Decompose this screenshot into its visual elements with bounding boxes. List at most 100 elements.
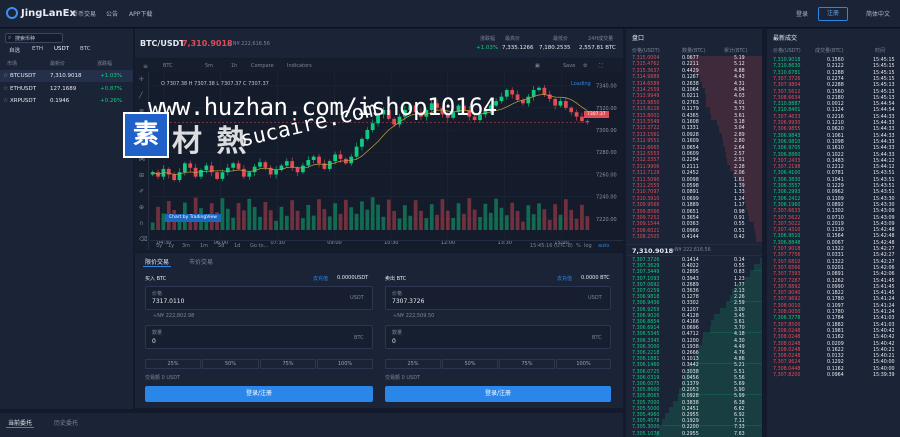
sell-pct-25[interactable]: 25% xyxy=(385,359,441,369)
range-5y[interactable]: 5y xyxy=(156,243,162,249)
candle-body xyxy=(569,107,574,113)
zoom-icon[interactable]: ⊕ xyxy=(139,204,144,211)
sell-amount-value[interactable]: 0 xyxy=(392,338,396,345)
candle-body xyxy=(327,161,332,169)
buy-price-unit: USDT xyxy=(350,295,364,301)
tab-open-orders[interactable]: 当前委托 xyxy=(8,418,32,427)
list-item[interactable]: ☆ ETHUSDT 127.1689 +0.87% xyxy=(0,83,133,95)
buy-pct-75[interactable]: 75% xyxy=(260,359,316,369)
volume-bar xyxy=(451,218,456,230)
tab-market-order[interactable]: 市价交易 xyxy=(189,257,213,266)
candle-body xyxy=(515,94,520,100)
sell-pct-75[interactable]: 75% xyxy=(499,359,555,369)
bids-list: 7,307.3726 0.1414 0.14 7,307.3629 0.4022 0.55… xyxy=(626,258,762,437)
orders-panel: 当前委托 历史委托 xyxy=(0,413,623,437)
sell-amount-field[interactable]: 数量 0 BTC xyxy=(385,325,611,349)
goto-button[interactable]: Go to... xyxy=(250,243,268,249)
star-icon[interactable]: ☆ xyxy=(3,72,8,79)
tab-favorites[interactable]: 自选 xyxy=(9,46,20,54)
candle-body xyxy=(204,165,209,170)
candle-body xyxy=(370,123,375,130)
logo[interactable]: JingLanEx xyxy=(6,7,76,19)
chart-footer: 5y 1y 3m 1m 5d 1d Go to... 15:45:16 (UTC… xyxy=(150,240,623,251)
trendline-icon[interactable]: ╱ xyxy=(139,92,143,99)
language-select[interactable]: 简体中文 xyxy=(866,9,890,18)
tab-btc[interactable]: BTC xyxy=(80,46,91,52)
indicators-button[interactable]: Indicators xyxy=(287,63,312,69)
sell-price-value[interactable]: 7307.3726 xyxy=(392,298,424,305)
ruler-icon[interactable]: ✐ xyxy=(139,188,144,195)
sell-login-button[interactable]: 登录/注册 xyxy=(385,386,611,402)
crosshair-icon[interactable]: ✛ xyxy=(139,76,144,83)
candle-body xyxy=(311,156,316,160)
col-change: 涨跌幅 xyxy=(97,61,113,67)
sell-label: 卖出 BTC xyxy=(385,276,407,282)
buy-amount-field[interactable]: 数量 0 BTC xyxy=(145,325,373,349)
buy-price-label: 价格 xyxy=(152,291,163,297)
percent-toggle[interactable]: % xyxy=(576,243,581,249)
buy-amount-value[interactable]: 0 xyxy=(152,338,156,345)
range-1d[interactable]: 1d xyxy=(234,243,240,249)
list-item[interactable]: ☆ XRPUSDT 0.1946 +0.26% xyxy=(0,95,133,107)
pair-change: +0.26% xyxy=(100,98,123,104)
fullscreen-icon[interactable]: ⛶ xyxy=(599,63,603,69)
sell-deposit-link[interactable]: 去充值 xyxy=(557,275,572,282)
register-button[interactable]: 注册 xyxy=(818,7,849,21)
buy-price-value[interactable]: 7317.0110 xyxy=(152,298,184,305)
candle-body xyxy=(317,156,321,164)
volume-bar xyxy=(327,216,332,230)
orderbook-title: 盘口 xyxy=(632,35,645,42)
log-toggle[interactable]: log xyxy=(584,243,592,249)
range-5d[interactable]: 5d xyxy=(218,243,224,249)
volume-bar xyxy=(456,203,461,230)
candle-body xyxy=(354,146,359,157)
nav-announcements[interactable]: 公告 xyxy=(106,9,118,18)
star-icon[interactable]: ☆ xyxy=(3,97,8,104)
interval-5m[interactable]: 5m xyxy=(205,63,213,69)
buy-pct-25[interactable]: 25% xyxy=(145,359,201,369)
candle-body xyxy=(553,98,557,106)
buy-deposit-link[interactable]: 去充值 xyxy=(313,275,328,282)
candle-body xyxy=(558,101,563,106)
star-icon[interactable]: ☆ xyxy=(3,85,8,92)
buy-login-button[interactable]: 登录/注册 xyxy=(145,386,373,402)
volume-bar xyxy=(553,204,557,230)
volume-bar xyxy=(338,213,343,230)
list-item[interactable]: ☆ BTCUSDT 7,310.9018 +1.03% xyxy=(0,70,133,82)
save-button[interactable]: Save xyxy=(563,63,575,69)
buy-pct-100[interactable]: 100% xyxy=(317,359,373,369)
nav-spot-trading[interactable]: 币币交易 xyxy=(72,9,96,18)
volume-bar xyxy=(343,199,348,230)
market-search[interactable]: ⌕ 搜索币种 xyxy=(5,33,63,43)
menu-icon[interactable]: ≡ xyxy=(143,63,148,70)
magnet-icon[interactable]: ∩ xyxy=(139,220,143,227)
sell-pct-50[interactable]: 50% xyxy=(442,359,498,369)
ask-row[interactable]: 7,308.2505 0.4144 0.42 xyxy=(626,235,762,242)
tab-usdt[interactable]: USDT xyxy=(54,46,69,52)
sell-pct-100[interactable]: 100% xyxy=(556,359,611,369)
sell-price-field[interactable]: 价格 7307.3726 USDT xyxy=(385,286,611,310)
measure-icon[interactable]: ⊞ xyxy=(139,172,144,179)
compare-button[interactable]: Compare xyxy=(251,63,274,69)
tab-order-history[interactable]: 历史委托 xyxy=(54,418,78,427)
login-link[interactable]: 登录 xyxy=(796,9,808,18)
trash-icon[interactable]: ⌫ xyxy=(139,236,147,243)
auto-toggle[interactable]: auto xyxy=(598,243,609,249)
candle-body xyxy=(183,163,187,173)
buy-pct-50[interactable]: 50% xyxy=(202,359,259,369)
buy-price-field[interactable]: 价格 7317.0110 USDT xyxy=(145,286,373,310)
bid-row[interactable]: 7,305.1078 0.2955 7.63 xyxy=(626,431,762,437)
tab-limit-order[interactable]: 限价交易 xyxy=(145,257,169,266)
tab-eth[interactable]: ETH xyxy=(32,46,43,52)
range-3m[interactable]: 3m xyxy=(182,243,190,249)
range-1m[interactable]: 1m xyxy=(200,243,208,249)
interval-1h[interactable]: 1h xyxy=(231,63,237,69)
nav-app-download[interactable]: APP下载 xyxy=(129,9,152,18)
sell-amount-label: 数量 xyxy=(392,330,403,336)
buy-cny: ≈N¥ 222,802.98 xyxy=(153,313,195,319)
candle-body xyxy=(510,90,515,95)
range-1y[interactable]: 1y xyxy=(168,243,174,249)
chart-symbol[interactable]: BTC xyxy=(163,63,173,69)
camera-icon[interactable]: ▣ xyxy=(535,63,540,69)
gear-icon[interactable]: ⚙ xyxy=(583,63,587,69)
